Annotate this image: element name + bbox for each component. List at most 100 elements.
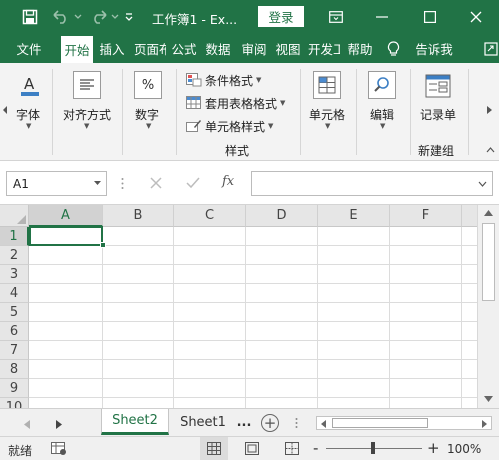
row-header[interactable]: 10 [0,398,29,408]
row-header[interactable]: 4 [0,284,29,303]
tab-file[interactable]: 文件 [6,34,52,63]
cell-style-button[interactable]: 单元格样式 ▼ [186,116,273,136]
customize-toolbar-icon[interactable] [124,7,134,27]
tell-me-search[interactable]: 告诉我 [412,34,456,63]
zoom-out-button[interactable]: - [313,439,318,457]
column-header[interactable] [462,205,477,227]
alignment-group[interactable]: 对齐方式 ▼ [54,63,120,161]
table-format-button[interactable]: 套用表格格式 ▼ [186,93,285,113]
tab-insert[interactable]: 插入 [96,34,128,63]
tab-formulas[interactable]: 公式 [168,34,200,63]
scroll-left-icon [321,420,326,428]
row-header[interactable]: 1 [0,227,29,246]
zoom-level[interactable]: 100% [447,442,481,456]
undo-dropdown-icon[interactable] [73,7,83,27]
tab-split-grip[interactable] [295,417,298,432]
more-sheets-button[interactable]: ... [236,409,252,435]
lightbulb-icon[interactable] [384,34,402,63]
gridline [29,340,477,341]
name-box-value: A1 [13,177,29,191]
column-header[interactable]: D [246,205,318,227]
prev-sheet-icon[interactable] [24,418,30,432]
search-icon [368,71,396,99]
redo-icon[interactable] [88,7,110,27]
vertical-scroll-thumb[interactable] [482,223,495,301]
macro-record-icon[interactable] [51,442,67,459]
tab-review[interactable]: 审阅 [238,34,270,63]
insert-function-icon[interactable]: fx [222,174,234,189]
chevron-down-icon: ▼ [84,122,90,130]
form-icon[interactable] [423,71,451,99]
gridline [173,227,174,408]
save-icon[interactable] [20,7,40,27]
record-form-label[interactable]: 记录单 [420,106,456,123]
next-sheet-icon[interactable] [56,418,62,432]
tab-help[interactable]: 帮助 [344,34,376,63]
maximize-icon[interactable] [418,7,442,27]
ribbon-scroll-right[interactable] [470,63,499,161]
conditional-format-button[interactable]: 条件格式 ▼ [186,70,261,90]
tab-developer[interactable]: 开发工具 [308,34,340,63]
sheet-tab[interactable]: Sheet2 [101,409,169,435]
enter-icon[interactable] [186,177,200,192]
column-header[interactable]: A [29,205,103,227]
formula-input[interactable] [251,171,493,196]
column-header[interactable]: E [318,205,390,227]
tab-data[interactable]: 数据 [202,34,234,63]
ribbon-divider [122,69,123,155]
font-group[interactable]: A 字体 ▼ [10,63,50,161]
row-header[interactable]: 5 [0,303,29,322]
vertical-scrollbar[interactable] [477,205,499,408]
scroll-right-icon [482,420,487,428]
column-header[interactable]: C [174,205,246,227]
page-layout-view-icon[interactable] [245,442,259,458]
gridline [29,264,477,265]
zoom-slider-thumb[interactable] [371,442,375,454]
share-icon[interactable] [482,34,499,63]
table-format-icon [186,96,202,110]
worksheet-grid[interactable]: A B C D E F 1 2 3 4 5 6 7 8 9 10 [0,205,477,408]
gridline [29,359,477,360]
column-header[interactable]: B [103,205,174,227]
horizontal-scroll-thumb[interactable] [332,418,428,428]
collapse-ribbon-icon [486,147,495,153]
undo-icon[interactable] [50,7,72,27]
row-header[interactable]: 7 [0,341,29,360]
ribbon-divider [300,69,301,155]
select-all-corner[interactable] [0,205,29,227]
gridline [245,227,246,408]
minimize-icon[interactable] [370,7,394,27]
row-header[interactable]: 8 [0,360,29,379]
page-break-view-icon[interactable] [285,442,299,458]
editing-group[interactable]: 编辑 ▼ [358,63,408,161]
row-header[interactable]: 6 [0,322,29,341]
ribbon-scroll-left[interactable] [0,63,10,161]
active-cell[interactable] [29,226,103,246]
login-button[interactable]: 登录 [258,6,304,27]
fill-handle[interactable] [100,242,106,248]
cancel-icon[interactable] [150,177,162,192]
tab-view[interactable]: 视图 [272,34,304,63]
normal-view-button[interactable] [200,437,228,460]
name-box[interactable]: A1 [6,171,107,196]
add-sheet-button[interactable]: + [261,414,279,432]
tab-page-layout[interactable]: 页面布局 [134,34,166,63]
row-header[interactable]: 3 [0,265,29,284]
ribbon-divider [468,69,469,155]
ribbon-display-options-icon[interactable] [324,7,348,27]
zoom-in-button[interactable]: + [427,439,440,457]
cells-group[interactable]: 单元格 ▼ [302,63,354,161]
number-group[interactable]: % 数字 ▼ [124,63,174,161]
redo-dropdown-icon[interactable] [110,7,120,27]
horizontal-scrollbar[interactable] [316,416,492,430]
row-header[interactable]: 9 [0,379,29,398]
font-icon: A [16,71,44,99]
formula-bar-grip[interactable] [121,177,124,190]
tab-home[interactable]: 开始 [61,34,93,63]
ribbon-divider [176,69,177,155]
ribbon: A 字体 ▼ 对齐方式 ▼ % 数字 ▼ 条件格式 ▼ 套用表格格式 ▼ 单元格… [0,63,499,161]
row-header[interactable]: 2 [0,246,29,265]
sheet-tab[interactable]: Sheet1 [171,409,235,435]
column-header[interactable]: F [390,205,462,227]
close-icon[interactable] [464,7,488,27]
